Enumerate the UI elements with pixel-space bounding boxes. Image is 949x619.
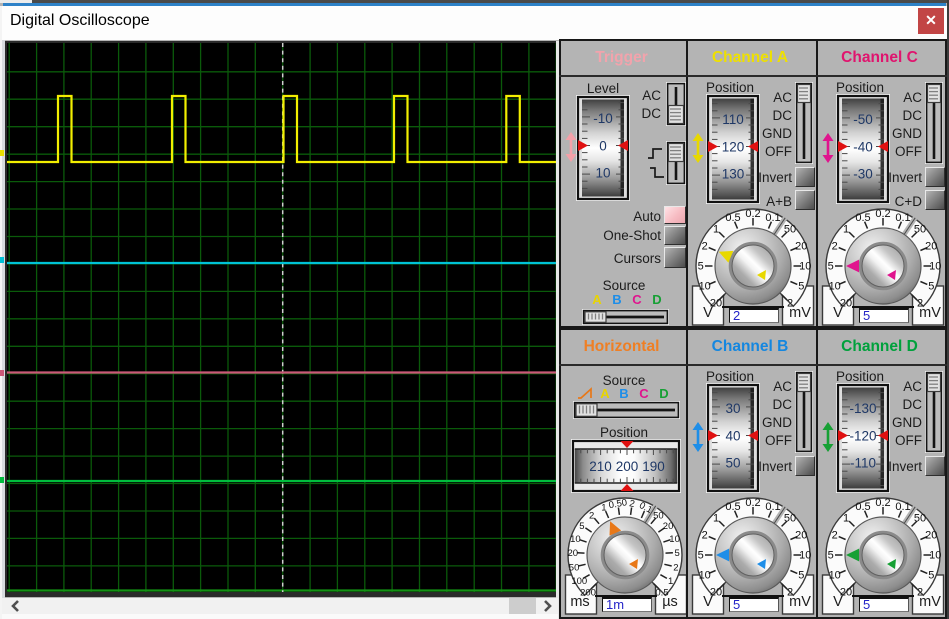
svg-text:5: 5 xyxy=(579,521,584,532)
svg-text:5: 5 xyxy=(828,261,834,273)
svg-text:5: 5 xyxy=(798,570,804,582)
svg-text:5: 5 xyxy=(928,281,934,293)
svg-text:1: 1 xyxy=(713,224,719,236)
svg-text:50: 50 xyxy=(784,513,796,525)
svg-text:210: 210 xyxy=(589,459,612,474)
svg-text:20: 20 xyxy=(925,241,937,253)
svg-text:20: 20 xyxy=(795,530,807,542)
svg-text:5: 5 xyxy=(698,261,704,273)
svg-text:10: 10 xyxy=(829,570,841,582)
svg-text:10: 10 xyxy=(595,166,610,181)
svg-text:50: 50 xyxy=(784,224,796,236)
svg-text:10: 10 xyxy=(929,550,941,562)
svg-text:0.1: 0.1 xyxy=(895,501,910,513)
svg-text:5: 5 xyxy=(928,570,934,582)
svg-text:1: 1 xyxy=(601,503,606,514)
svg-text:2: 2 xyxy=(673,563,678,574)
svg-text:5: 5 xyxy=(798,281,804,293)
svg-text:20: 20 xyxy=(795,241,807,253)
svg-text:2: 2 xyxy=(702,530,708,542)
svg-text:-10: -10 xyxy=(593,111,613,126)
svg-text:10: 10 xyxy=(570,534,581,545)
svg-text:10: 10 xyxy=(699,570,711,582)
svg-text:2: 2 xyxy=(832,241,838,253)
svg-text:50: 50 xyxy=(569,563,580,574)
svg-text:100: 100 xyxy=(571,576,587,587)
svg-text:10: 10 xyxy=(669,534,680,545)
svg-text:20: 20 xyxy=(663,521,674,532)
svg-text:5: 5 xyxy=(698,550,704,562)
svg-text:1: 1 xyxy=(843,224,849,236)
svg-text:50: 50 xyxy=(653,510,664,521)
svg-text:50: 50 xyxy=(914,513,926,525)
svg-text:0.1: 0.1 xyxy=(765,212,780,224)
svg-text:10: 10 xyxy=(929,261,941,273)
svg-text:0.2: 0.2 xyxy=(875,208,890,220)
svg-text:10: 10 xyxy=(699,281,711,293)
svg-text:0: 0 xyxy=(599,138,607,153)
svg-text:20: 20 xyxy=(925,530,937,542)
svg-text:0.2: 0.2 xyxy=(875,497,890,509)
svg-text:190: 190 xyxy=(642,459,665,474)
svg-text:0.5: 0.5 xyxy=(855,501,870,513)
svg-text:10: 10 xyxy=(829,281,841,293)
svg-text:2: 2 xyxy=(832,530,838,542)
svg-text:50: 50 xyxy=(914,224,926,236)
svg-text:0.5: 0.5 xyxy=(725,501,740,513)
svg-text:1: 1 xyxy=(843,513,849,525)
svg-text:0.5: 0.5 xyxy=(855,212,870,224)
svg-text:2: 2 xyxy=(702,241,708,253)
svg-text:0.5: 0.5 xyxy=(725,212,740,224)
svg-text:2: 2 xyxy=(589,510,594,521)
svg-text:1: 1 xyxy=(713,513,719,525)
svg-text:0.1: 0.1 xyxy=(895,212,910,224)
svg-text:200: 200 xyxy=(616,459,639,474)
svg-text:10: 10 xyxy=(799,550,811,562)
svg-text:1: 1 xyxy=(668,576,673,587)
svg-text:10: 10 xyxy=(799,261,811,273)
svg-text:0.2: 0.2 xyxy=(745,208,760,220)
svg-text:0.2: 0.2 xyxy=(745,497,760,509)
svg-text:5: 5 xyxy=(675,548,680,559)
svg-text:0.1: 0.1 xyxy=(765,501,780,513)
svg-text:20: 20 xyxy=(568,548,579,559)
svg-text:5: 5 xyxy=(828,550,834,562)
